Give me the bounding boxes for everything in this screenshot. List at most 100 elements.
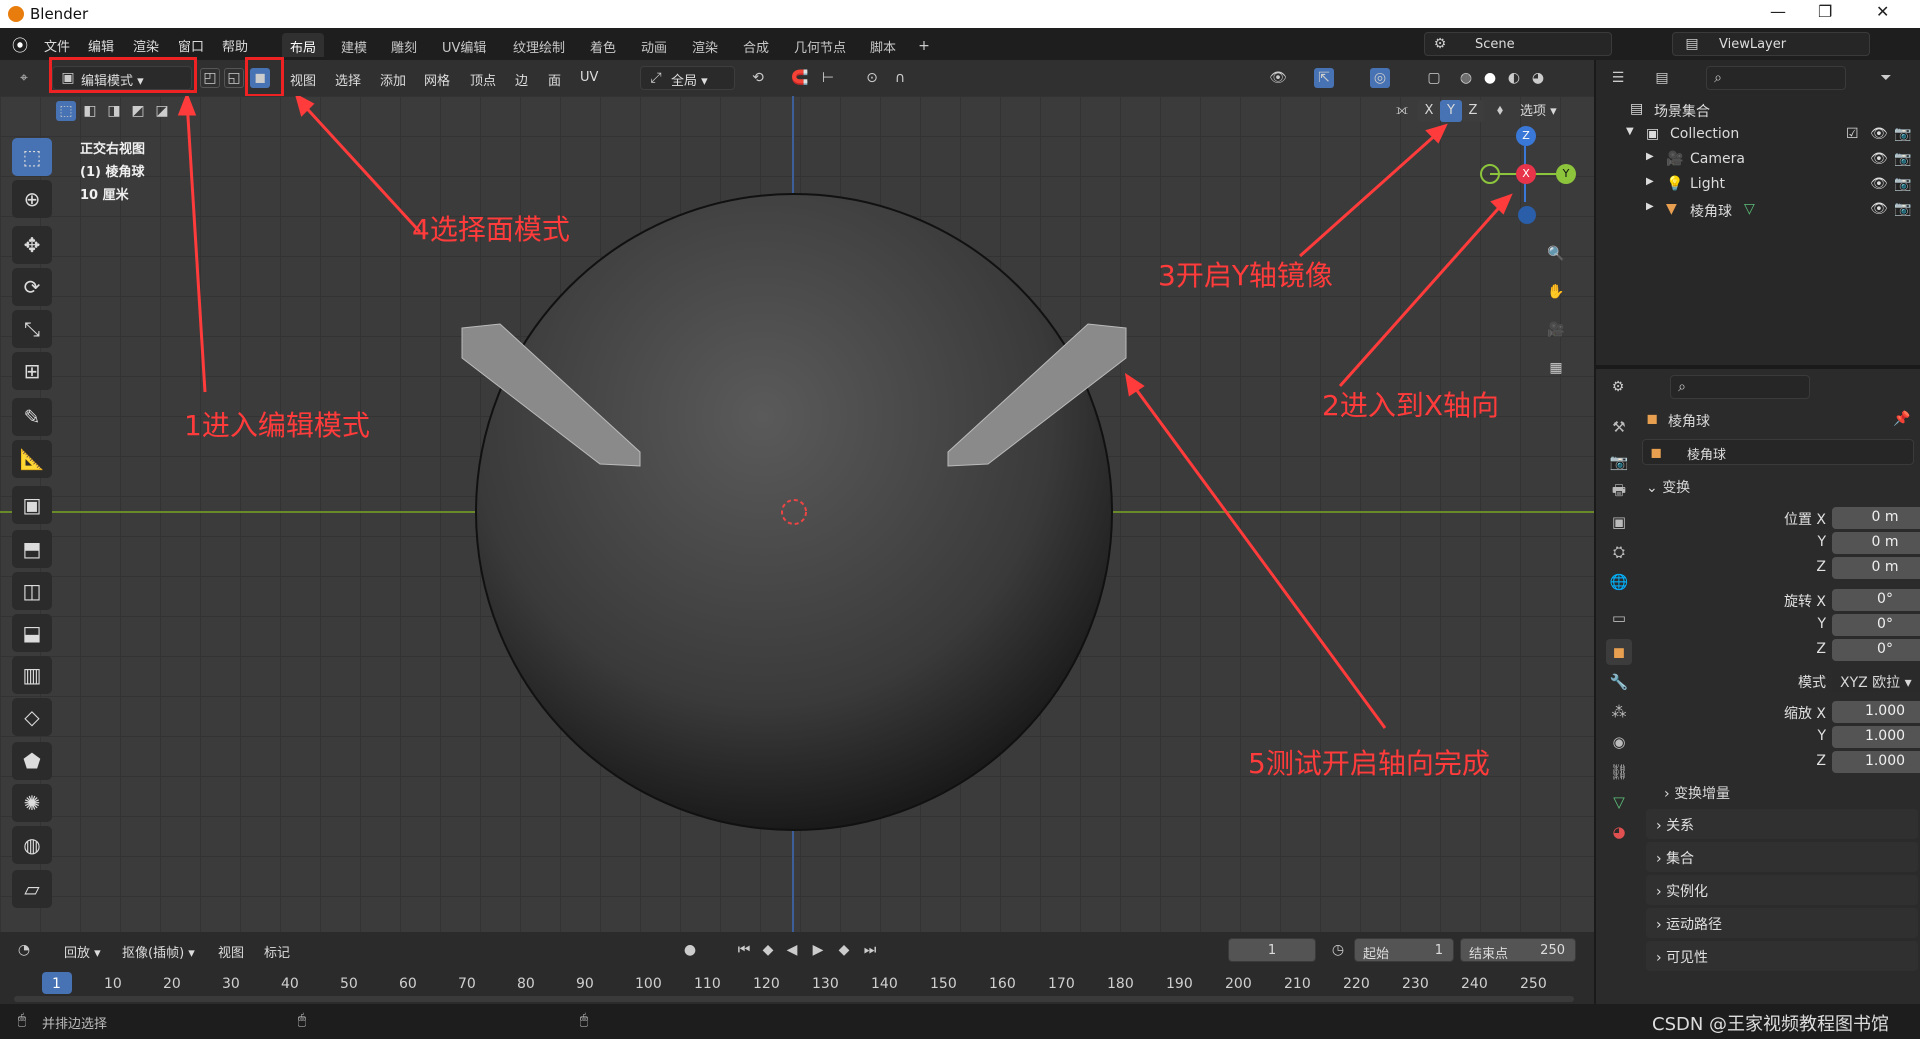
snap-icon[interactable]: 🧲 [790,68,810,88]
eye-icon[interactable]: 👁 [1870,151,1888,167]
rotation-mode-dropdown[interactable]: XYZ 欧拉 ▾ [1832,670,1920,692]
list-item[interactable]: ▶ 💡 Light 👁 📷 [1596,173,1920,198]
section-collections[interactable]: › 集合 [1646,842,1918,872]
tab-sculpting[interactable]: 雕刻 [383,33,425,57]
constraints-tab-icon[interactable]: ⛓ [1606,759,1632,785]
object-tab-icon[interactable]: ◼ [1606,639,1632,665]
end-frame-field[interactable]: 结束点 250 [1460,938,1576,962]
rotation-z-field[interactable]: 0° [1832,639,1920,661]
tab-compositing[interactable]: 合成 [735,33,777,57]
menu-edit[interactable]: 编辑 [88,36,114,55]
scene-selector[interactable]: Scene [1424,32,1612,56]
properties-editor-icon[interactable]: ⚙ [1608,377,1628,397]
menu-uv[interactable]: UV [580,70,598,85]
physics-tab-icon[interactable]: ◉ [1606,729,1632,755]
camera-render-icon[interactable]: 📷 [1894,201,1911,217]
world-tab-icon[interactable]: 🌐 [1606,569,1632,595]
prev-keyframe-icon[interactable]: ◆ [758,940,778,960]
collection-tab-icon[interactable]: ▭ [1606,605,1632,631]
view-layer-tab-icon[interactable]: ▣ [1606,509,1632,535]
expand-icon[interactable]: ▶ [1646,176,1654,187]
menu-window[interactable]: 窗口 [178,36,204,55]
delta-transform-header[interactable]: › 变换增量 [1664,783,1730,803]
location-x-field[interactable]: 0 m [1832,507,1920,529]
rotation-y-field[interactable]: 0° [1832,614,1920,636]
material-shading-icon[interactable]: ◐ [1504,68,1524,88]
menu-help[interactable]: 帮助 [222,36,248,55]
tab-geometry-nodes[interactable]: 几何节点 [786,33,854,57]
xray-icon[interactable]: ▢ [1424,68,1444,88]
close-button[interactable]: ✕ [1876,2,1889,21]
section-motion-paths[interactable]: › 运动路径 [1646,908,1918,938]
material-tab-icon[interactable]: ◕ [1606,819,1632,845]
wireframe-shading-icon[interactable]: ◍ [1456,68,1476,88]
modifier-tab-icon[interactable]: 🔧 [1606,669,1632,695]
menu-mesh[interactable]: 网格 [424,70,450,89]
record-icon[interactable]: ● [680,940,700,960]
eye-icon[interactable]: 👁 [1870,126,1888,142]
display-mode-icon[interactable]: ▤ [1652,68,1672,88]
jump-start-icon[interactable]: ⏮ [734,940,754,960]
menu-view[interactable]: 视图 [290,70,316,89]
expand-icon[interactable]: ▶ [1646,201,1654,212]
menu-render[interactable]: 渲染 [133,36,159,55]
menu-edge[interactable]: 边 [515,70,528,89]
blender-menu-icon[interactable]: ⦿ [10,34,30,55]
editor-type-icon[interactable]: ⌖ [14,68,34,88]
tab-modeling[interactable]: 建模 [333,33,375,57]
tab-uv-editing[interactable]: UV编辑 [434,33,494,57]
eye-icon[interactable]: 👁 [1870,176,1888,192]
list-item[interactable]: ▤ 场景集合 [1596,98,1920,123]
particles-tab-icon[interactable]: ⁂ [1606,699,1632,725]
proportional-edit-icon[interactable]: ⊙ [862,68,882,88]
section-visibility[interactable]: › 可见性 [1646,941,1918,971]
data-tab-icon[interactable]: ▽ [1606,789,1632,815]
3d-viewport[interactable]: 正交右视图 (1) 棱角球 10 厘米 ⬚ ◧ ◨ ◩ ◪ Z X Y ⟗ X … [0,96,1594,932]
menu-add[interactable]: 添加 [380,70,406,89]
play-reverse-icon[interactable]: ◀ [782,940,802,960]
rotation-x-field[interactable]: 0° [1832,589,1920,611]
scene-tab-icon[interactable]: ⛭ [1606,539,1632,565]
pivot-icon[interactable]: ⟲ [748,68,768,88]
camera-render-icon[interactable]: 📷 [1894,126,1911,142]
menu-file[interactable]: 文件 [44,36,70,55]
transform-header[interactable]: ⌄ 变换 [1646,477,1690,497]
expand-icon[interactable]: ▶ [1646,151,1654,162]
playback-menu[interactable]: 回放 ▾ [64,942,101,961]
list-item[interactable]: ▶ ▼ 棱角球 ▽ 👁 📷 [1596,198,1920,223]
jump-end-icon[interactable]: ⏭ [860,940,880,960]
scale-z-field[interactable]: 1.000 [1832,751,1920,773]
tab-texture-paint[interactable]: 纹理绘制 [505,33,573,57]
scale-y-field[interactable]: 1.000 [1832,726,1920,748]
visibility-icon[interactable]: 👁 [1268,68,1288,88]
tab-scripting[interactable]: 脚本 [862,33,904,57]
overlay-icon[interactable]: ◎ [1370,68,1390,88]
timeline-scrollbar[interactable] [14,996,1574,1002]
falloff-icon[interactable]: ∩ [890,68,910,88]
start-frame-field[interactable]: 起始 1 [1354,938,1454,962]
gizmo-icon[interactable]: ⇱ [1314,68,1334,88]
scale-x-field[interactable]: 1.000 [1832,701,1920,723]
keying-menu[interactable]: 抠像(插帧) ▾ [122,942,195,961]
tab-shading[interactable]: 着色 [582,33,624,57]
marker-menu[interactable]: 标记 [264,942,290,961]
camera-render-icon[interactable]: 📷 [1894,151,1911,167]
location-z-field[interactable]: 0 m [1832,557,1920,579]
eye-icon[interactable]: 👁 [1870,201,1888,217]
maximize-button[interactable]: ❐ [1818,2,1832,21]
location-y-field[interactable]: 0 m [1832,532,1920,554]
menu-face[interactable]: 面 [548,70,561,89]
next-keyframe-icon[interactable]: ◆ [834,940,854,960]
list-item[interactable]: ▶ 🎥 Camera 👁 📷 [1596,148,1920,173]
current-frame-field[interactable]: 1 [1228,938,1316,962]
tab-animation[interactable]: 动画 [633,33,675,57]
list-item[interactable]: ▼ ▣ Collection ☑ 👁 📷 [1596,123,1920,148]
section-instancing[interactable]: › 实例化 [1646,875,1918,905]
vertex-select-icon[interactable]: ◰ [200,68,220,88]
edge-select-icon[interactable]: ◱ [224,68,244,88]
section-relations[interactable]: › 关系 [1646,809,1918,839]
pin-icon[interactable]: 📌 [1892,409,1912,429]
timeline-view-menu[interactable]: 视图 [218,942,244,961]
solid-shading-icon[interactable]: ● [1480,68,1500,88]
tool-tab-icon[interactable]: ⚒ [1606,414,1632,440]
